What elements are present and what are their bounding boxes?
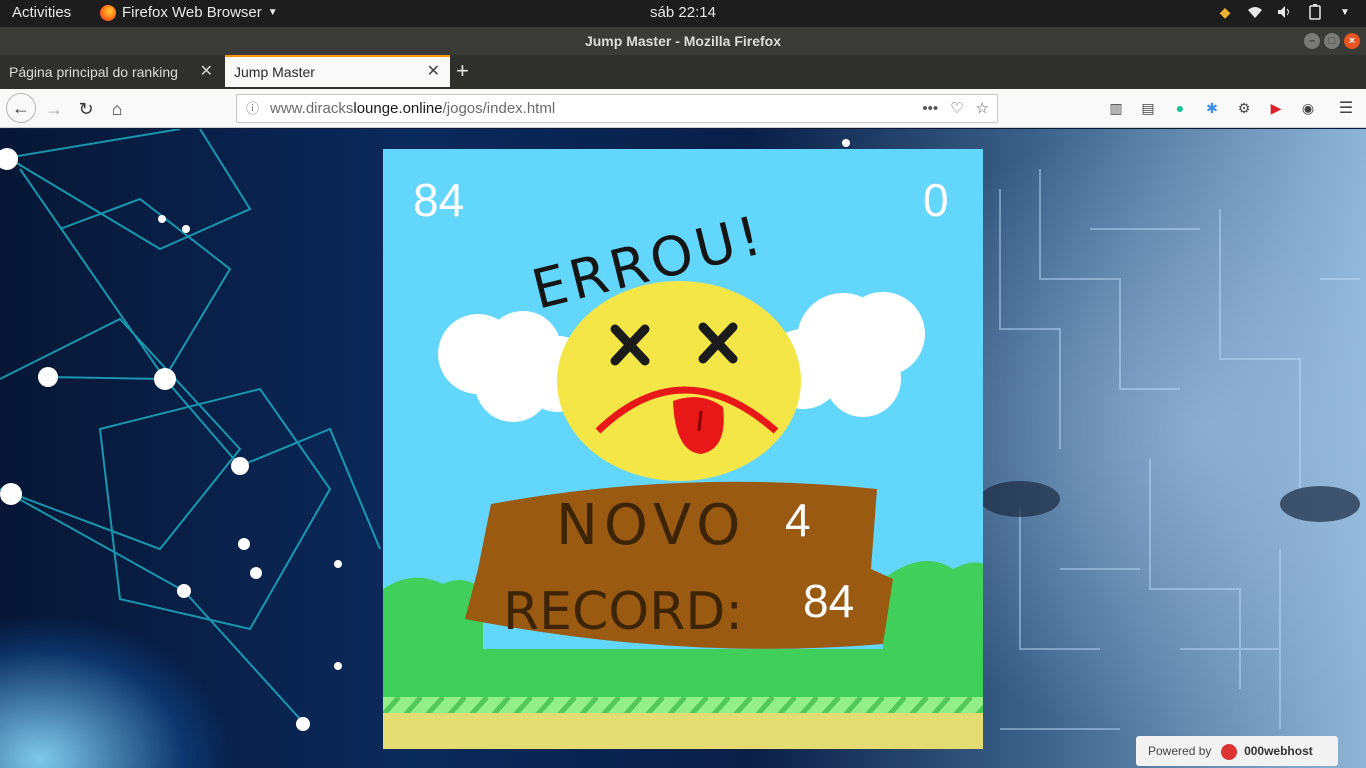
game-canvas[interactable]: ERROU! NOVO RECORD: 84 0 4 84	[383, 149, 983, 749]
close-window-button[interactable]: ×	[1344, 33, 1360, 49]
new-tab-button[interactable]: +	[456, 58, 469, 84]
close-tab-icon[interactable]: ✕	[427, 57, 440, 87]
maximize-button[interactable]: □	[1324, 33, 1340, 49]
counter-score: 0	[923, 174, 949, 226]
youtube-extension-icon[interactable]: ▶	[1266, 98, 1286, 118]
navigation-toolbar: ← → ↻ ⌂ ⓘ www.dirackslounge.online/jogos…	[0, 89, 1366, 128]
site-info-icon[interactable]: ⓘ	[246, 95, 259, 122]
record-value: 84	[803, 575, 855, 627]
dizzy-face-icon	[557, 281, 801, 481]
window-title: Jump Master - Mozilla Firefox	[584, 33, 782, 49]
sidebar-icon[interactable]: ▤	[1138, 98, 1158, 118]
minimize-button[interactable]: –	[1304, 33, 1320, 49]
library-icon[interactable]: ▥	[1106, 98, 1126, 118]
app-menu-label: Firefox Web Browser	[122, 4, 262, 21]
ground	[383, 713, 983, 749]
grammarly-icon[interactable]: ●	[1170, 98, 1190, 118]
close-tab-icon[interactable]: ✕	[200, 57, 213, 87]
current-score: 84	[413, 174, 465, 226]
app-menu[interactable]: Firefox Web Browser ▼	[100, 4, 278, 21]
tab-ranking[interactable]: Página principal do ranking ✕	[0, 57, 223, 89]
sign-line1: NOVO	[556, 493, 746, 558]
pocket-icon[interactable]: ♡	[950, 95, 963, 122]
back-button[interactable]: ←	[6, 93, 36, 123]
window-titlebar: Jump Master - Mozilla Firefox – □ ×	[0, 27, 1366, 55]
tab-label: Página principal do ranking	[9, 64, 178, 80]
clock[interactable]: sáb 22:14	[650, 4, 716, 21]
firefox-icon	[100, 4, 116, 21]
url-text[interactable]: www.dirackslounge.online/jogos/index.htm…	[270, 95, 555, 122]
bookmark-star-icon[interactable]: ☆	[976, 95, 989, 122]
tab-jump-master[interactable]: Jump Master ✕	[225, 55, 450, 87]
chrome-extension-icon[interactable]: ◉	[1298, 98, 1318, 118]
activities-button[interactable]: Activities	[12, 4, 71, 21]
page-content: ERROU! NOVO RECORD: 84 0 4 84 Powered by…	[0, 129, 1366, 768]
system-menu-icon[interactable]: ▼	[1336, 3, 1354, 21]
settings-extension-icon[interactable]: ⚙	[1234, 98, 1254, 118]
chevron-down-icon: ▼	[267, 7, 278, 18]
page-actions-icon[interactable]: •••	[922, 95, 938, 122]
extension-icon[interactable]: ✱	[1202, 98, 1222, 118]
volume-icon[interactable]	[1276, 3, 1294, 21]
reload-button[interactable]: ↻	[72, 95, 100, 123]
tab-label: Jump Master	[234, 64, 315, 80]
tab-strip: Página principal do ranking ✕ +	[0, 55, 1366, 89]
novo-value: 4	[785, 494, 811, 546]
wifi-icon[interactable]	[1246, 3, 1264, 21]
home-icon[interactable]: ⌂	[103, 95, 131, 123]
webhost-logo-icon	[1220, 743, 1237, 760]
system-top-bar: Activities Firefox Web Browser ▼ sáb 22:…	[0, 0, 1366, 27]
menu-icon[interactable]: ☰	[1336, 98, 1356, 118]
forward-button[interactable]: →	[40, 95, 68, 123]
update-notifier-icon[interactable]: ◆	[1216, 3, 1234, 21]
sign-line2: RECORD:	[503, 582, 743, 642]
powered-by-badge[interactable]: Powered by 000webhost	[1136, 736, 1338, 766]
url-bar[interactable]: ⓘ www.dirackslounge.online/jogos/index.h…	[236, 94, 998, 123]
battery-icon[interactable]	[1306, 3, 1324, 21]
